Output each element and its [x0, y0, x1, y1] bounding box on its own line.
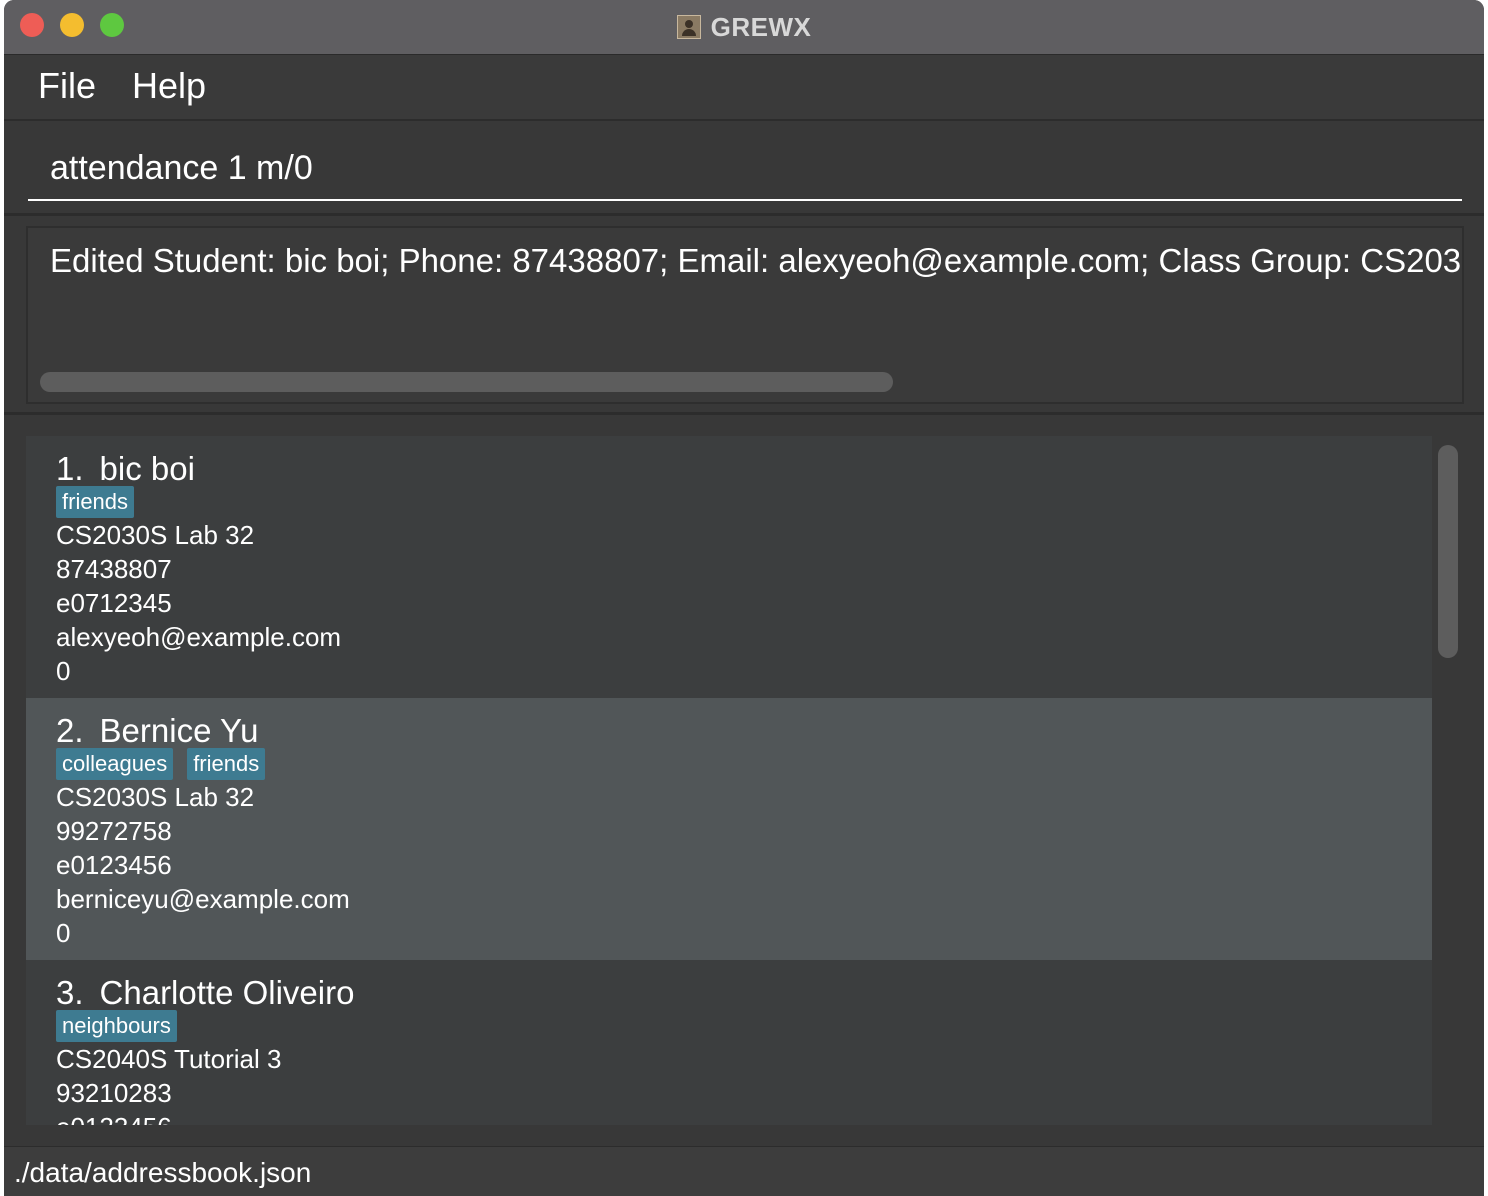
list-vertical-scrollbar[interactable]: [1438, 445, 1458, 658]
menu-file[interactable]: File: [38, 65, 96, 107]
student-attendance: 0: [56, 918, 71, 948]
app-window: GREWX File Help attendance 1 m/0 Edited …: [4, 0, 1484, 1196]
menu-bar: File Help: [4, 55, 1484, 121]
student-list-panel: 1. bic boi friends CS2030S Lab 32 8743880…: [4, 415, 1484, 1145]
student-card[interactable]: 3. Charlotte Oliveiro neighbours CS2040S …: [26, 960, 1432, 1125]
student-class-group: CS2040S Tutorial 3: [56, 1044, 282, 1074]
student-class-group: CS2030S Lab 32: [56, 520, 255, 550]
result-display: Edited Student: bic boi; Phone: 87438807…: [4, 216, 1484, 415]
student-phone: 99272758: [56, 816, 172, 846]
tag-badge: friends: [187, 748, 266, 780]
title-bar: GREWX: [4, 0, 1484, 55]
student-index: 2.: [56, 712, 84, 749]
student-card[interactable]: 2. Bernice Yu colleagues friends CS2030S …: [26, 698, 1432, 960]
student-phone: 87438807: [56, 554, 172, 584]
student-name-line: 3. Charlotte Oliveiro: [56, 974, 354, 1012]
student-name: Bernice Yu: [99, 712, 259, 749]
student-email: berniceyu@example.com: [56, 884, 350, 914]
tag-list: colleagues friends: [56, 748, 266, 780]
student-class-group: CS2030S Lab 32: [56, 782, 255, 812]
student-id: e0123456: [56, 850, 172, 880]
tag-badge: colleagues: [56, 748, 174, 780]
tag-badge: neighbours: [56, 1010, 177, 1042]
student-email: alexyeoh@example.com: [56, 622, 342, 652]
student-name: bic boi: [99, 450, 195, 487]
student-id: e0712345: [56, 588, 172, 618]
result-horizontal-scrollbar[interactable]: [40, 372, 893, 392]
command-input[interactable]: attendance 1 m/0: [28, 127, 1462, 201]
result-text-area[interactable]: Edited Student: bic boi; Phone: 87438807…: [26, 226, 1464, 404]
result-message: Edited Student: bic boi; Phone: 87438807…: [50, 242, 1464, 279]
student-list: 1. bic boi friends CS2030S Lab 32 8743880…: [26, 436, 1432, 1125]
menu-help[interactable]: Help: [132, 65, 206, 107]
student-phone: 93210283: [56, 1078, 172, 1108]
tag-list: neighbours: [56, 1010, 177, 1042]
student-index: 3.: [56, 974, 84, 1011]
title-wrap: GREWX: [4, 0, 1484, 54]
student-name-line: 1. bic boi: [56, 450, 195, 488]
student-index: 1.: [56, 450, 84, 487]
student-name-line: 2. Bernice Yu: [56, 712, 259, 750]
address-book-icon: [676, 15, 701, 39]
window-title: GREWX: [710, 11, 812, 42]
student-attendance: 0: [56, 656, 71, 686]
tag-badge: friends: [56, 486, 135, 518]
student-card[interactable]: 1. bic boi friends CS2030S Lab 32 8743880…: [26, 436, 1432, 698]
student-id: e0123456: [56, 1112, 172, 1125]
student-name: Charlotte Oliveiro: [99, 974, 355, 1011]
status-bar: ./data/addressbook.json: [4, 1146, 1484, 1196]
data-file-path: ./data/addressbook.json: [14, 1157, 312, 1188]
command-input-text: attendance 1 m/0: [50, 149, 313, 187]
tag-list: friends: [56, 486, 135, 518]
command-box: attendance 1 m/0: [4, 121, 1484, 216]
